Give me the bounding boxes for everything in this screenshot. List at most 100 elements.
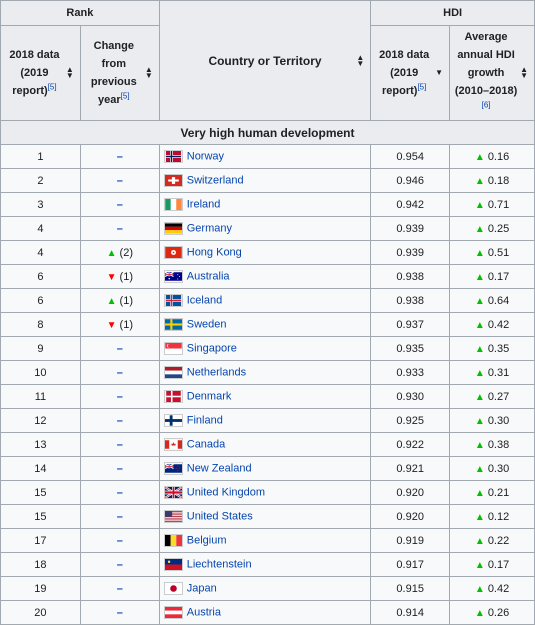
reference-link-5[interactable]: [5] <box>417 82 426 91</box>
country-link[interactable]: Liechtenstein <box>187 558 252 570</box>
hdi-value-cell: 0.921 <box>370 456 451 481</box>
reference-link-6[interactable]: [6] <box>482 100 491 109</box>
hdi-value: 0.935 <box>396 342 424 355</box>
growth-value: 0.17 <box>487 558 510 571</box>
growth-up-arrow-icon: ▲ <box>474 487 485 499</box>
hdi-value-cell: 0.954 <box>370 144 451 169</box>
growth-cell: ▲ 0.64 <box>449 288 535 313</box>
country-link[interactable]: Japan <box>187 582 217 594</box>
reference-link-5[interactable]: [5] <box>48 82 57 91</box>
rank-2018-column-header[interactable]: 2018 data (2019 report)[5] ▲ ▼ <box>0 25 81 121</box>
growth-value: 0.31 <box>487 366 510 379</box>
rank-cell: 4 <box>0 216 81 241</box>
country-column-header[interactable]: Country or Territory ▲ ▼ <box>158 0 372 121</box>
sort-icon[interactable]: ▲ ▼ <box>145 66 153 80</box>
country-cell: Netherlands <box>158 360 372 385</box>
rank-cell: 2 <box>0 168 81 193</box>
rank-change-cell: – <box>79 576 160 601</box>
country-link[interactable]: United States <box>187 510 253 522</box>
growth-up-arrow-icon: ▲ <box>474 295 485 307</box>
growth-value: 0.30 <box>487 414 510 427</box>
country-link[interactable]: Iceland <box>187 294 222 306</box>
country-link[interactable]: Denmark <box>187 390 232 402</box>
country-cell: Norway <box>158 144 372 169</box>
country-link[interactable]: Ireland <box>187 198 221 210</box>
country-link[interactable]: Germany <box>187 222 232 234</box>
country-link[interactable]: Belgium <box>187 534 227 546</box>
growth-cell: ▲ 0.26 <box>449 600 535 625</box>
reference-link-5[interactable]: [5] <box>121 91 130 100</box>
growth-value: 0.51 <box>487 246 510 259</box>
rank-cell: 19 <box>0 576 81 601</box>
growth-up-arrow-icon: ▲ <box>474 391 485 403</box>
rank-change-cell: – <box>79 432 160 457</box>
hdi-value-cell: 0.939 <box>370 240 451 265</box>
country-link[interactable]: United Kingdom <box>187 486 265 498</box>
growth-value: 0.35 <box>487 342 510 355</box>
country-link[interactable]: Finland <box>187 414 223 426</box>
sort-descending-icon[interactable]: ▼ <box>435 69 443 77</box>
table-row: 17 – Belgium 0.919 ▲ 0.22 <box>0 528 535 553</box>
growth-up-arrow-icon: ▲ <box>474 271 485 283</box>
hdi-value: 0.925 <box>396 414 424 427</box>
increase-arrow-icon: ▲ <box>106 295 117 307</box>
country-link[interactable]: Austria <box>187 606 221 618</box>
rank-value: 14 <box>34 462 47 475</box>
growth-cell: ▲ 0.25 <box>449 216 535 241</box>
rank-2018-line3: report) <box>12 85 48 97</box>
no-change-dash: – <box>116 198 123 211</box>
country-link[interactable]: Switzerland <box>187 174 244 186</box>
sort-icon[interactable]: ▲ ▼ <box>356 53 364 67</box>
country-link[interactable]: Sweden <box>187 318 227 330</box>
change-column-header[interactable]: Change from previous year[5] ▲ ▼ <box>79 25 160 121</box>
country-link[interactable]: Singapore <box>187 342 237 354</box>
rank-group-header: Rank <box>0 0 160 26</box>
country-link[interactable]: Netherlands <box>187 366 246 378</box>
table-row: 8 ▼ (1) Sweden 0.937 ▲ 0.42 <box>0 312 535 337</box>
table-row: 6 ▲ (1) Iceland 0.938 ▲ 0.64 <box>0 288 535 313</box>
growth-cell: ▲ 0.17 <box>449 264 535 289</box>
growth-value: 0.17 <box>487 270 510 283</box>
country-cell: Finland <box>158 408 372 433</box>
country-link[interactable]: Hong Kong <box>187 246 242 258</box>
sort-icon[interactable]: ▲ ▼ <box>520 66 528 80</box>
rank-cell: 20 <box>0 600 81 625</box>
hdi-2018-line1: 2018 data <box>379 49 430 61</box>
rank-change-value: (1) <box>119 294 133 307</box>
hdi-value: 0.922 <box>396 438 424 451</box>
growth-value: 0.71 <box>487 198 510 211</box>
country-link[interactable]: Australia <box>187 270 230 282</box>
growth-up-arrow-icon: ▲ <box>474 223 485 235</box>
growth-header-line2: annual HDI <box>457 49 515 61</box>
rank-change-cell: – <box>79 552 160 577</box>
table-row: 4 – Germany 0.939 ▲ 0.25 <box>0 216 535 241</box>
table-row: 18 – Liechtenstein 0.917 ▲ 0.17 <box>0 552 535 577</box>
growth-up-arrow-icon: ▲ <box>474 559 485 571</box>
iceland-flag-icon <box>163 294 183 307</box>
growth-up-arrow-icon: ▲ <box>474 463 485 475</box>
country-link[interactable]: Norway <box>187 150 224 162</box>
growth-value: 0.42 <box>487 318 510 331</box>
rank-value: 11 <box>34 390 47 403</box>
austria-flag-icon <box>163 606 183 619</box>
no-change-dash: – <box>116 222 123 235</box>
rank-change-cell: ▲ (1) <box>79 288 160 313</box>
growth-cell: ▲ 0.18 <box>449 168 535 193</box>
country-cell: Switzerland <box>158 168 372 193</box>
table-row: 15 – United Kingdom 0.920 ▲ 0.21 <box>0 480 535 505</box>
hdi-2018-column-header[interactable]: 2018 data (2019 report)[5] ▼ <box>370 25 451 121</box>
australia-flag-icon <box>163 270 183 283</box>
country-cell: Hong Kong <box>158 240 372 265</box>
change-header-line3: previous <box>90 76 137 88</box>
rank-value: 2 <box>37 174 44 187</box>
country-cell: Austria <box>158 600 372 625</box>
no-change-dash: – <box>116 174 123 187</box>
germany-flag-icon <box>163 222 183 235</box>
rank-change-cell: – <box>79 216 160 241</box>
country-link[interactable]: Canada <box>187 438 226 450</box>
country-link[interactable]: New Zealand <box>187 462 252 474</box>
table-row: 6 ▼ (1) Australia 0.938 ▲ 0.17 <box>0 264 535 289</box>
growth-column-header[interactable]: Average annual HDI growth (2010–2018) [6… <box>449 25 535 121</box>
hdi-value-cell: 0.938 <box>370 264 451 289</box>
sort-icon[interactable]: ▲ ▼ <box>66 66 74 80</box>
